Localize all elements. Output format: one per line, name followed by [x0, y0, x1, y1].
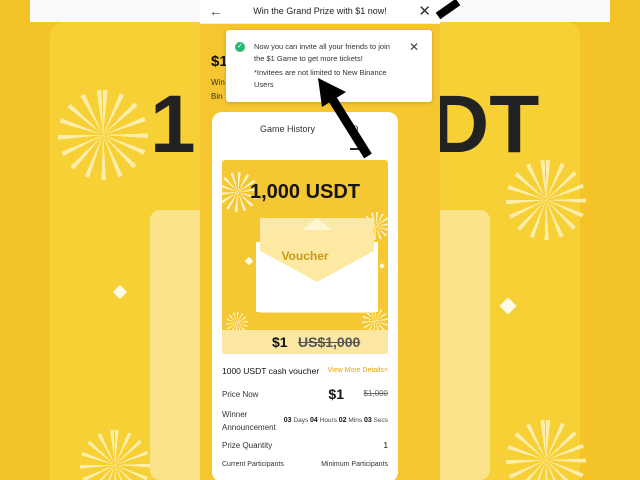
price-now-value: $1 — [328, 386, 344, 402]
tab-details[interactable]: D — [352, 124, 359, 134]
countdown-secs-label: Secs — [373, 417, 388, 424]
invite-tooltip: ✓ Now you can invite all your friends to… — [226, 30, 432, 102]
countdown-days-label: Days — [293, 417, 309, 424]
peek-text-line: Bin — [211, 92, 223, 101]
page-title: Win the Grand Prize with $1 now! — [253, 6, 387, 16]
countdown-hours: 04 — [310, 417, 318, 424]
background-amount-right: DT — [430, 79, 540, 170]
peek-text-line: Win — [211, 78, 225, 87]
tab-bar: Game History D — [212, 124, 398, 154]
tooltip-note: *Invitees are not limited to New Binance… — [254, 68, 387, 89]
voucher-title: 1000 USDT cash voucher — [222, 366, 320, 376]
banner-price-now: $1 — [272, 334, 288, 350]
countdown-secs: 03 — [363, 417, 372, 424]
winner-label: Winner — [222, 410, 248, 419]
countdown-mins-label: Mins — [348, 417, 363, 424]
banner-price-original: US$1,000 — [298, 334, 361, 350]
tooltip-message: Now you can invite all your friends to j… — [254, 42, 390, 63]
minimum-participants-label: Minimum Participants — [321, 461, 388, 468]
prize-amount: 1,000 USDT — [249, 181, 361, 203]
announcement-label: Announcement — [222, 423, 276, 432]
diamond-decoration — [379, 263, 385, 269]
top-bar: ← Win the Grand Prize with $1 now! ✕ — [200, 0, 440, 24]
price-original-value: $1,000 — [363, 389, 388, 398]
prize-quantity-value: 1 — [383, 441, 388, 450]
countdown-days: 03 — [283, 417, 292, 424]
tab-game-history[interactable]: Game History — [260, 124, 315, 134]
prize-banner: 1,000 USDT Voucher $1 US$1,000 — [222, 160, 388, 354]
burst-decoration — [506, 160, 586, 240]
check-circle-icon: ✓ — [235, 42, 245, 52]
voucher-label: Voucher — [281, 249, 329, 263]
burst-decoration — [58, 90, 148, 180]
countdown-hours-label: Hours — [319, 417, 337, 424]
view-more-details-link[interactable]: View More Details> — [328, 367, 388, 374]
close-icon[interactable]: ✕ — [418, 2, 431, 20]
game-card: Game History D 1,000 USDT Voucher $1 US$… — [212, 112, 398, 480]
countdown-mins: 02 — [338, 417, 347, 424]
price-now-label: Price Now — [222, 390, 259, 399]
current-participants-label: Current Participants — [222, 461, 284, 468]
countdown-timer: 03 Days 04 Hours 02 Mins 03 Secs — [284, 417, 388, 424]
prize-quantity-label: Prize Quantity — [222, 441, 273, 450]
active-tab-indicator — [350, 148, 368, 150]
tooltip-close-icon[interactable]: ✕ — [409, 40, 419, 54]
